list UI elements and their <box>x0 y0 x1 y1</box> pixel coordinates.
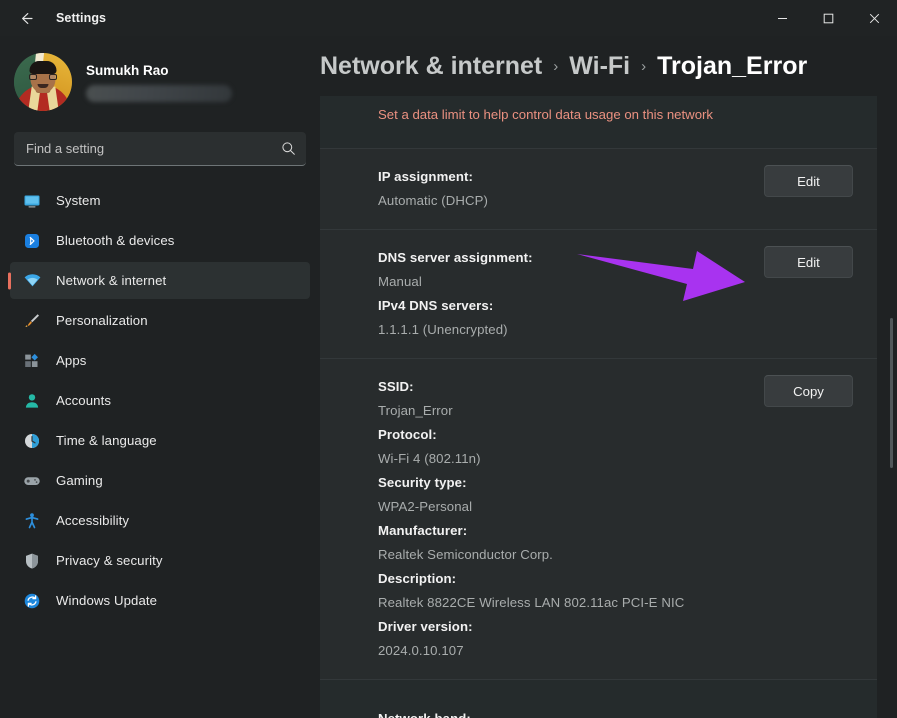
ip-assignment-card: IP assignment: Automatic (DHCP) Edit <box>320 148 877 229</box>
settings-cards: Set a data limit to help control data us… <box>320 96 877 718</box>
sidebar-item-label: Privacy & security <box>56 553 163 568</box>
avatar <box>14 53 72 111</box>
main-content: Network & internet › Wi-Fi › Trojan_Erro… <box>320 36 897 718</box>
sidebar-item-label: Windows Update <box>56 593 158 608</box>
security-type-label: Security type: <box>378 475 467 490</box>
sidebar-item-label: System <box>56 193 101 208</box>
maximize-button[interactable] <box>805 0 851 36</box>
back-arrow-icon <box>21 12 33 24</box>
sidebar-item-windows-update[interactable]: Windows Update <box>10 582 310 619</box>
clock-icon <box>22 431 42 451</box>
update-icon <box>22 591 42 611</box>
copy-properties-button[interactable]: Copy <box>764 375 853 407</box>
sidebar-item-accounts[interactable]: Accounts <box>10 382 310 419</box>
ssid-value: Trojan_Error <box>378 403 453 418</box>
title-bar: Settings <box>0 0 897 36</box>
profile-email-redacted <box>86 84 232 102</box>
breadcrumb: Network & internet › Wi-Fi › Trojan_Erro… <box>320 36 897 94</box>
dns-assignment-label: DNS server assignment: <box>378 250 533 265</box>
sidebar-item-personalization[interactable]: Personalization <box>10 302 310 339</box>
dns-card: DNS server assignment: Manual IPv4 DNS s… <box>320 229 877 358</box>
network-properties-card: SSID: Trojan_Error Protocol: Wi-Fi 4 (80… <box>320 358 877 679</box>
manufacturer-label: Manufacturer: <box>378 523 468 538</box>
person-icon <box>22 391 42 411</box>
sidebar-item-label: Network & internet <box>56 273 167 288</box>
accessibility-icon <box>22 511 42 531</box>
sidebar-item-gaming[interactable]: Gaming <box>10 462 310 499</box>
window-controls <box>759 0 897 36</box>
network-band-fields: Network band: <box>378 707 853 718</box>
sidebar-item-label: Bluetooth & devices <box>56 233 175 248</box>
network-band-label: Network band: <box>378 707 853 718</box>
data-limit-row: Set a data limit to help control data us… <box>320 96 877 148</box>
breadcrumb-separator: › <box>641 58 647 75</box>
ipv4-dns-servers-label: IPv4 DNS servers: <box>378 298 494 313</box>
maximize-icon <box>823 13 833 23</box>
sidebar-item-label: Accessibility <box>56 513 130 528</box>
driver-version-label: Driver version: <box>378 619 473 634</box>
ip-assignment-value: Automatic (DHCP) <box>378 193 489 208</box>
back-button[interactable] <box>6 2 46 34</box>
breadcrumb-separator: › <box>553 58 559 75</box>
app-title: Settings <box>56 11 107 25</box>
search-icon <box>282 142 295 155</box>
dns-edit-button[interactable]: Edit <box>764 246 853 278</box>
sidebar: Sumukh Rao System <box>0 36 320 718</box>
sidebar-item-label: Gaming <box>56 473 103 488</box>
set-data-limit-link[interactable]: Set a data limit to help control data us… <box>378 107 713 122</box>
security-type-value: WPA2-Personal <box>378 499 473 514</box>
sidebar-nav: System Bluetooth & devices Network & int… <box>0 182 320 622</box>
wifi-icon <box>22 271 42 291</box>
ip-assignment-edit-button[interactable]: Edit <box>764 165 853 197</box>
sidebar-item-apps[interactable]: Apps <box>10 342 310 379</box>
manufacturer-value: Realtek Semiconductor Corp. <box>378 547 553 562</box>
protocol-value: Wi-Fi 4 (802.11n) <box>378 451 481 466</box>
search-input[interactable] <box>26 141 281 156</box>
description-value: Realtek 8822CE Wireless LAN 802.11ac PCI… <box>378 595 685 610</box>
close-icon <box>869 13 879 23</box>
dns-assignment-value: Manual <box>378 274 422 289</box>
sidebar-item-label: Personalization <box>56 313 148 328</box>
settings-window: Settings Sumukh Rao Find a setting Syste… <box>0 0 897 718</box>
dns-fields: DNS server assignment: Manual IPv4 DNS s… <box>378 246 748 342</box>
sidebar-item-privacy-security[interactable]: Privacy & security <box>10 542 310 579</box>
monitor-icon <box>22 191 42 211</box>
description-label: Description: <box>378 571 457 586</box>
ipv4-dns-servers-value: 1.1.1.1 (Unencrypted) <box>378 322 508 337</box>
ip-assignment-label: IP assignment: <box>378 169 473 184</box>
sidebar-item-bluetooth-devices[interactable]: Bluetooth & devices <box>10 222 310 259</box>
minimize-icon <box>777 17 787 19</box>
search-box[interactable] <box>14 132 306 166</box>
sidebar-item-label: Time & language <box>56 433 157 448</box>
ssid-label: SSID: <box>378 379 414 394</box>
user-profile[interactable]: Sumukh Rao <box>0 36 320 114</box>
apps-icon <box>22 351 42 371</box>
breadcrumb-wifi[interactable]: Wi-Fi <box>569 52 630 81</box>
sidebar-item-label: Apps <box>56 353 87 368</box>
paintbrush-icon <box>22 311 42 331</box>
ip-assignment-fields: IP assignment: Automatic (DHCP) <box>378 165 748 213</box>
bluetooth-icon <box>22 231 42 251</box>
sidebar-item-label: Accounts <box>56 393 112 408</box>
protocol-label: Protocol: <box>378 427 437 442</box>
profile-name: Sumukh Rao <box>86 62 169 78</box>
shield-icon <box>22 551 42 571</box>
minimize-button[interactable] <box>759 0 805 36</box>
breadcrumb-current-network: Trojan_Error <box>657 52 808 80</box>
data-limit-card: Set a data limit to help control data us… <box>320 96 877 148</box>
sidebar-item-time-language[interactable]: Time & language <box>10 422 310 459</box>
sidebar-item-network-internet[interactable]: Network & internet <box>10 262 310 299</box>
gamepad-icon <box>22 471 42 491</box>
scrollbar-thumb[interactable] <box>890 318 893 468</box>
network-band-card: Network band: <box>320 679 877 718</box>
network-properties-fields: SSID: Trojan_Error Protocol: Wi-Fi 4 (80… <box>378 375 748 663</box>
breadcrumb-network-internet[interactable]: Network & internet <box>320 52 542 81</box>
sidebar-item-system[interactable]: System <box>10 182 310 219</box>
driver-version-value: 2024.0.10.107 <box>378 643 464 658</box>
content-scrollbar[interactable] <box>889 132 895 718</box>
close-button[interactable] <box>851 0 897 36</box>
sidebar-item-accessibility[interactable]: Accessibility <box>10 502 310 539</box>
